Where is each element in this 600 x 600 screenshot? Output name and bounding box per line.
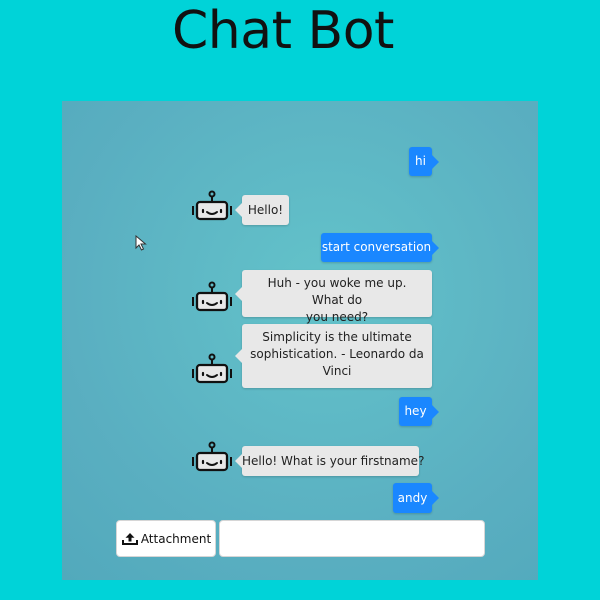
chat-window: hi Hello! start conversation Huh - you w… bbox=[62, 101, 538, 580]
user-message: andy bbox=[393, 483, 432, 513]
bot-avatar-icon bbox=[192, 190, 232, 221]
user-message: hey bbox=[399, 397, 432, 426]
bot-avatar-icon bbox=[192, 441, 232, 472]
message-line: Vinci bbox=[322, 364, 352, 378]
upload-icon bbox=[121, 532, 138, 545]
attachment-label: Attachment bbox=[140, 531, 212, 546]
bot-message: Huh - you woke me up. What do you need? bbox=[242, 270, 432, 324]
user-message: start conversation bbox=[321, 233, 432, 262]
message-line: Simplicity is the ultimate bbox=[262, 330, 412, 344]
mouse-pointer-icon bbox=[135, 235, 147, 251]
bot-message: Hello! bbox=[242, 195, 289, 225]
user-message: hi bbox=[409, 147, 432, 176]
bot-avatar-icon bbox=[192, 281, 232, 312]
message-line: Huh - you woke me up. What do bbox=[267, 276, 407, 307]
attachment-button[interactable]: Attachment bbox=[116, 520, 216, 557]
chat-bot-page: Chat Bot hi Hello! start conversation Hu… bbox=[0, 0, 600, 600]
message-input[interactable] bbox=[219, 520, 485, 557]
page-title: Chat Bot bbox=[172, 1, 394, 61]
bot-message: Simplicity is the ultimate sophisticatio… bbox=[242, 324, 432, 388]
bot-avatar-icon bbox=[192, 353, 232, 384]
message-line: sophistication. - Leonardo da bbox=[250, 347, 424, 361]
bot-message: Hello! What is your firstname? bbox=[242, 446, 424, 476]
